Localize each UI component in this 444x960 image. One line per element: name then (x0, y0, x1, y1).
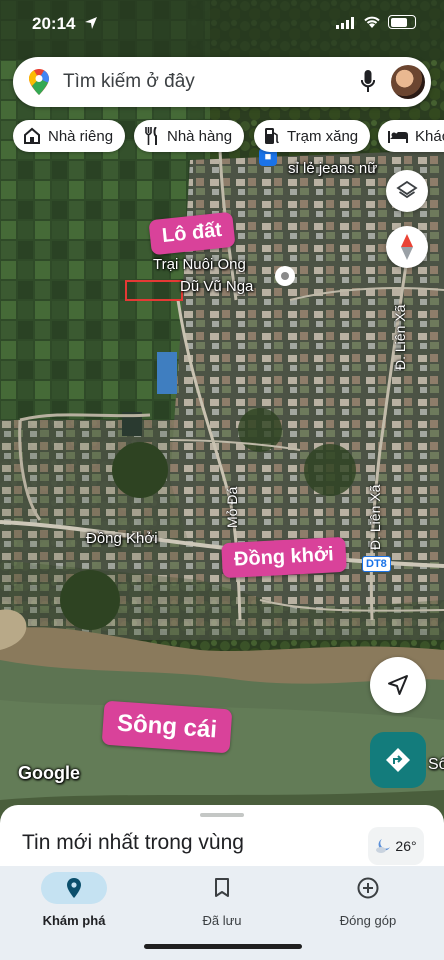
nav-saved[interactable]: Đã lưu (162, 872, 282, 928)
map-label-road-lien-xa-1: Đ. Liên Xã (392, 304, 408, 370)
google-maps-pin-icon (29, 69, 49, 95)
location-pin-icon (67, 878, 81, 898)
hotel-icon (388, 131, 408, 143)
chip-hotels[interactable]: Khác (378, 120, 444, 152)
directions-icon (386, 748, 410, 772)
map-label-road-lien-xa-2: Đ. Liên Xã (367, 484, 383, 550)
chip-restaurants-label: Nhà hàng (167, 127, 233, 145)
map-label-shop[interactable]: sỉ lẻ jeans nữ (288, 160, 377, 177)
nav-explore-icon-wrap (41, 872, 107, 904)
bottom-sheet[interactable]: Tin mới nhất trong vùng 26° (0, 805, 444, 875)
directions-button[interactable] (370, 732, 426, 788)
map-label-farm-line2[interactable]: Dũ Vũ Nga (180, 278, 253, 295)
chip-hotels-label: Khác (415, 127, 444, 145)
add-circle-icon (357, 877, 379, 899)
home-icon (24, 127, 40, 144)
search-bar[interactable]: Tìm kiếm ở đây (13, 57, 431, 107)
wifi-icon (364, 16, 380, 28)
my-location-button[interactable] (370, 657, 426, 713)
cellular-signal-icon (336, 17, 354, 29)
map-label-road-mo-da: Mỏ Đá (224, 486, 240, 528)
battery-level (390, 17, 407, 27)
chip-home[interactable]: Nhà riêng (13, 120, 126, 152)
drag-handle[interactable] (200, 813, 244, 817)
nav-saved-icon-wrap (162, 872, 282, 904)
home-indicator[interactable] (144, 944, 302, 949)
chip-home-label: Nhà riêng (48, 127, 114, 145)
nav-contribute[interactable]: Đóng góp (308, 872, 428, 928)
gas-station-icon (265, 128, 279, 144)
weather-badge[interactable]: 26° (368, 827, 424, 865)
location-arrow-icon (85, 17, 97, 29)
status-bar: 20:14 (0, 0, 444, 50)
map-label-edge: Sô (428, 756, 444, 773)
battery-icon (388, 15, 416, 29)
nav-contribute-icon-wrap (308, 872, 428, 904)
weather-temperature: 26° (395, 838, 417, 854)
road-shield-dt8: DT8 (362, 556, 391, 572)
map-label-farm-line1[interactable]: Trại Nuôi Ong (153, 256, 246, 273)
layers-icon (396, 180, 418, 199)
navigation-arrow-icon (388, 675, 408, 695)
microphone-icon[interactable] (361, 70, 375, 94)
google-watermark: Google (18, 763, 80, 783)
chip-restaurants[interactable]: Nhà hàng (134, 120, 245, 152)
nav-saved-label: Đã lưu (202, 913, 242, 928)
annotation-river: Sông cái (101, 700, 233, 754)
account-avatar[interactable] (391, 65, 425, 99)
compass-button[interactable] (386, 226, 428, 268)
search-input[interactable]: Tìm kiếm ở đây (63, 71, 195, 93)
chip-gas-stations-label: Trạm xăng (287, 127, 359, 145)
nav-contribute-label: Đóng góp (339, 913, 397, 928)
poi-marker[interactable] (275, 266, 295, 286)
map-label-road-dong-khoi: Đồng Khởi (86, 530, 158, 547)
layers-button[interactable] (386, 170, 428, 212)
restaurant-icon (145, 127, 157, 145)
poi-dot (281, 272, 289, 280)
annotation-street: Đồng khởi (221, 536, 347, 579)
compass-icon (401, 234, 413, 260)
chip-gas-stations[interactable]: Trạm xăng (254, 120, 371, 152)
nav-explore-label: Khám phá (42, 913, 106, 928)
nav-explore[interactable]: Khám phá (14, 872, 134, 928)
moon-cloud-icon (376, 839, 391, 853)
bookmark-icon (215, 878, 229, 897)
sheet-title: Tin mới nhất trong vùng (22, 831, 244, 854)
status-time: 20:14 (32, 14, 76, 33)
